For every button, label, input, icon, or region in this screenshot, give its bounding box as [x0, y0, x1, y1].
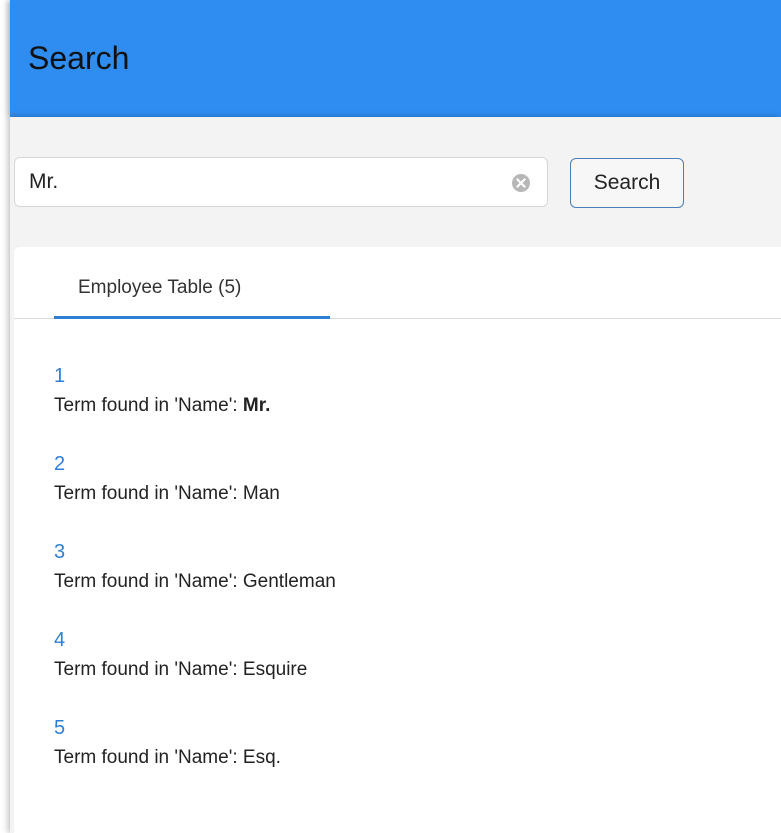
result-item: 3 Term found in 'Name': Gentleman — [54, 541, 654, 621]
result-link[interactable]: 1 — [54, 365, 65, 388]
result-item: 2 Term found in 'Name': Man — [54, 453, 654, 533]
result-prefix: Term found in 'Name': — [54, 747, 243, 768]
result-term: Esquire — [242, 659, 308, 680]
result-prefix: Term found in 'Name': — [54, 395, 243, 416]
result-link[interactable]: 4 — [54, 629, 65, 652]
result-term: Man — [242, 483, 280, 504]
search-box — [14, 157, 548, 207]
result-item: 4 Term found in 'Name': Esquire — [54, 629, 654, 709]
clear-icon[interactable] — [512, 174, 530, 192]
tab-bar: Employee Table (5) — [14, 247, 781, 319]
result-link[interactable]: 2 — [54, 453, 65, 476]
search-input[interactable] — [15, 158, 505, 206]
result-text: Term found in 'Name': Esquire — [54, 659, 307, 681]
result-text: Term found in 'Name': Mr. — [54, 395, 270, 417]
main-area: Search Employee Table (5) 1 Term found i… — [10, 117, 781, 833]
result-link[interactable]: 5 — [54, 717, 65, 740]
app-window: Search Search Employee Table (5) 1 Term … — [0, 0, 781, 833]
tab-label: Employee Table (5) — [78, 277, 242, 298]
header-bar: Search — [10, 0, 781, 117]
search-button[interactable]: Search — [570, 158, 684, 208]
result-term: Mr. — [242, 395, 271, 416]
result-text: Term found in 'Name': Esq. — [54, 747, 281, 769]
result-item: 5 Term found in 'Name': Esq. — [54, 717, 654, 797]
result-term: Gentleman — [242, 571, 336, 592]
result-item: 1 Term found in 'Name': Mr. — [54, 365, 654, 445]
result-prefix: Term found in 'Name': — [54, 659, 243, 680]
result-text: Term found in 'Name': Man — [54, 483, 280, 505]
result-prefix: Term found in 'Name': — [54, 571, 243, 592]
page-title: Search — [28, 40, 130, 76]
result-text: Term found in 'Name': Gentleman — [54, 571, 336, 593]
result-prefix: Term found in 'Name': — [54, 483, 243, 504]
tab-employee-table[interactable]: Employee Table (5) — [54, 247, 330, 319]
result-term: Esq. — [242, 747, 281, 768]
results-panel: Employee Table (5) 1 Term found in 'Name… — [14, 247, 781, 833]
result-link[interactable]: 3 — [54, 541, 65, 564]
